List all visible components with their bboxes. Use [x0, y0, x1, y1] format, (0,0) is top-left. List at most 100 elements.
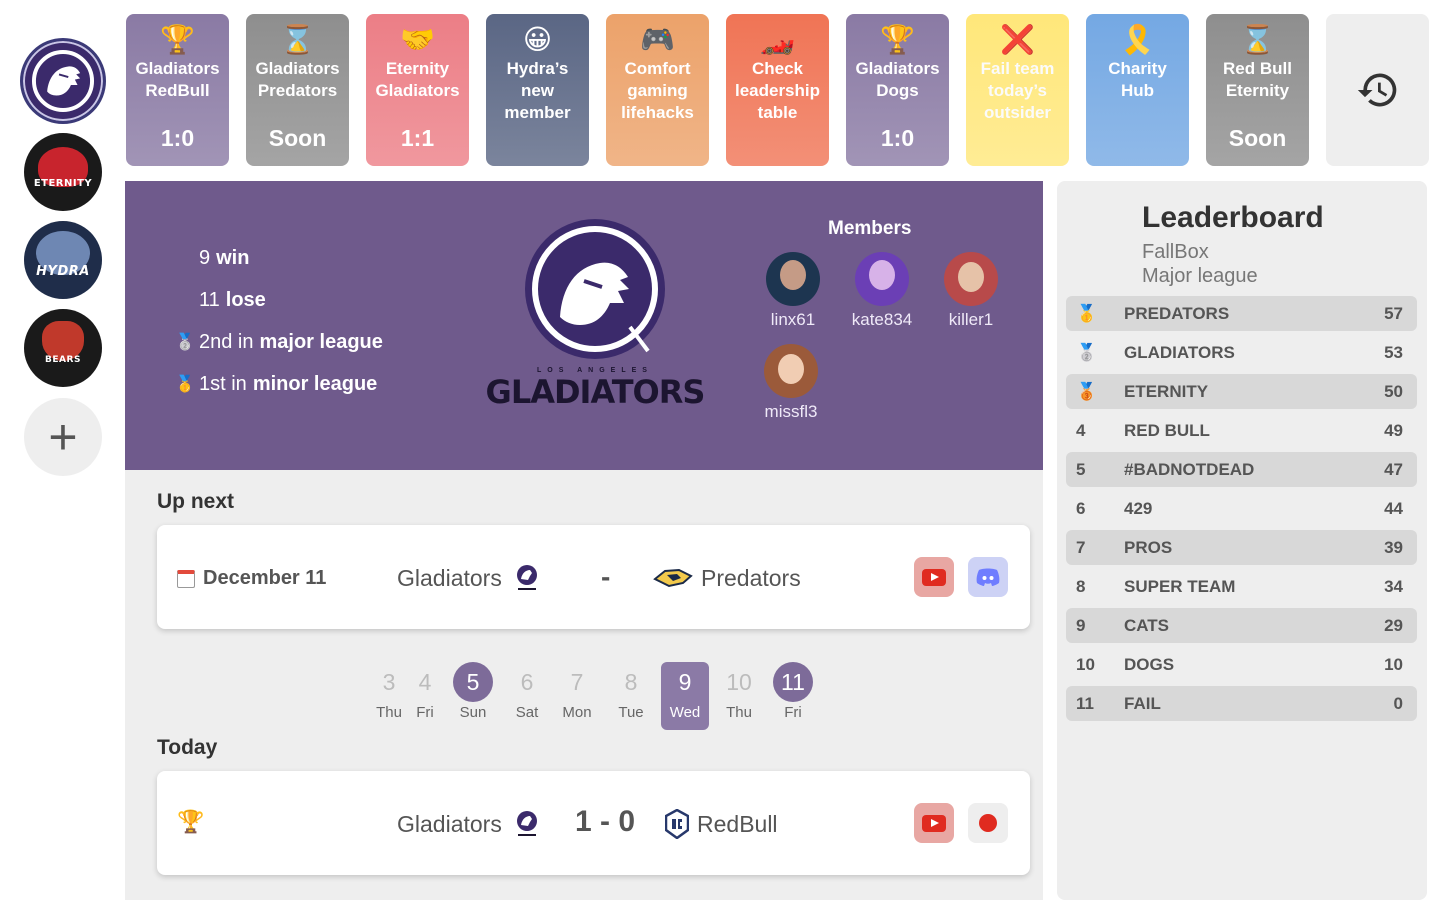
day-mon[interactable]: 7 Mon: [553, 662, 601, 721]
today-match-card[interactable]: 🏆 Gladiators 1 - 0 RedBull: [157, 771, 1030, 875]
feed-card[interactable]: ⌛ Red Bull Eternity Soon: [1206, 14, 1309, 166]
team-stat: 9 win: [175, 237, 383, 279]
day-label: Wed: [669, 704, 701, 721]
match-date: December 11: [177, 567, 326, 590]
rank: 8: [1076, 576, 1086, 596]
day-label: Sun: [459, 704, 487, 721]
day-fri[interactable]: 11 Fri: [769, 662, 817, 721]
members-title: Members: [828, 218, 912, 239]
card-title-line: Hub: [1120, 81, 1155, 100]
day-number: 8: [624, 669, 638, 695]
upcoming-match-card[interactable]: December 11 Gladiators - Predators: [157, 525, 1030, 629]
feed-card[interactable]: 🤝 Eternity Gladiators 1:1: [366, 14, 469, 166]
feed-card[interactable]: ❌ Fail team today’s outsider: [966, 14, 1069, 166]
feed-card[interactable]: 🏎️ Check leadership table: [726, 14, 829, 166]
day-thu[interactable]: 10 Thu: [715, 662, 763, 721]
card-title-line: Dogs: [876, 81, 919, 100]
leaderboard-row[interactable]: 11 FAIL 0: [1066, 686, 1417, 721]
feed-card[interactable]: 🏆 Gladiators RedBull 1:0: [126, 14, 229, 166]
discord-button[interactable]: [968, 557, 1008, 597]
card-title-line: outsider: [983, 103, 1052, 122]
feed-card[interactable]: 🎮 Comfort gaming lifehacks: [606, 14, 709, 166]
stat-label: major league: [259, 330, 383, 353]
stat-label: win: [216, 246, 250, 269]
day-label: Thu: [726, 704, 752, 721]
leaderboard-row[interactable]: 10 DOGS 10: [1066, 647, 1417, 682]
youtube-button[interactable]: [914, 557, 954, 597]
feed-card[interactable]: ⌛ Gladiators Predators Soon: [246, 14, 349, 166]
member-kate834[interactable]: kate834: [837, 252, 927, 330]
card-score: 1:1: [400, 125, 435, 151]
team-logo: LOS ANGELES GLADIATORS: [480, 217, 710, 417]
team-avatar-hydra[interactable]: HYDRA: [24, 221, 102, 299]
stat-value: 2nd in: [199, 330, 254, 353]
hourglass-icon: ⌛: [280, 24, 315, 55]
youtube-button[interactable]: [914, 803, 954, 843]
team-hero: 9 win 11 lose 🥈 2nd in major league 🥇 1st in mino…: [125, 181, 1043, 470]
team-points: 34: [1384, 576, 1403, 596]
team-name: #BADNOTDEAD: [1124, 459, 1255, 479]
team-name: PREDATORS: [1124, 303, 1230, 323]
team-points: 47: [1384, 459, 1403, 479]
day-number: 9: [678, 669, 692, 695]
rank: 10: [1076, 654, 1095, 674]
member-avatar: [766, 252, 820, 306]
day-number: 10: [726, 669, 752, 695]
history-button[interactable]: [1326, 14, 1429, 166]
card-title-line: new: [520, 81, 555, 100]
leaderboard-row[interactable]: 4 RED BULL 49: [1066, 413, 1417, 448]
home-team: Gladiators: [397, 563, 542, 593]
team-points: 57: [1384, 303, 1403, 323]
day-wed[interactable]: 9 Wed: [661, 662, 709, 730]
match-date-text: December 11: [203, 567, 327, 589]
day-label: Fri: [416, 704, 434, 721]
feed-card[interactable]: 😀 Hydra’s new member: [486, 14, 589, 166]
gladiators-mini-logo-icon: [516, 565, 537, 590]
today-title: Today: [157, 736, 218, 759]
gamepad-icon: 🎮: [640, 24, 675, 55]
day-sun[interactable]: 5 Sun: [449, 662, 497, 721]
team-avatar-eternity[interactable]: ETERNITY: [24, 133, 102, 211]
day-tue[interactable]: 8 Tue: [607, 662, 655, 721]
leaderboard-row[interactable]: 🥇 PREDATORS 57: [1066, 296, 1417, 331]
member-linx61[interactable]: linx61: [748, 252, 838, 330]
gladiators-emblem-icon: [525, 219, 665, 359]
member-name: missfl3: [764, 402, 818, 421]
home-team: Gladiators: [397, 809, 542, 839]
feed-card[interactable]: 🎗️ Charity Hub: [1086, 14, 1189, 166]
team-points: 44: [1384, 498, 1403, 518]
medal-icon: 🥇: [175, 376, 195, 393]
card-title-line: Gladiators: [375, 81, 460, 100]
card-title-line: member: [504, 103, 571, 122]
member-missfl3[interactable]: missfl3: [746, 344, 836, 422]
feed-card[interactable]: 🏆 Gladiators Dogs 1:0: [846, 14, 949, 166]
leaderboard-row[interactable]: 🥈 GLADIATORS 53: [1066, 335, 1417, 370]
match-score: 1 - 0: [575, 805, 636, 838]
leaderboard-row[interactable]: 8 SUPER TEAM 34: [1066, 569, 1417, 604]
team-avatar-gladiators[interactable]: [20, 38, 106, 124]
leaderboard-row[interactable]: 9 CATS 29: [1066, 608, 1417, 643]
leaderboard-row[interactable]: 6 429 44: [1066, 491, 1417, 526]
leaderboard-title: Leaderboard: [1142, 201, 1324, 234]
leaderboard-row[interactable]: 🥉 ETERNITY 50: [1066, 374, 1417, 409]
card-score: Soon: [1228, 125, 1287, 151]
member-avatar: [764, 344, 818, 398]
member-avatar: [944, 252, 998, 306]
card-title-line: table: [757, 103, 798, 122]
leaderboard-row[interactable]: 7 PROS 39: [1066, 530, 1417, 565]
member-killer1[interactable]: killer1: [926, 252, 1016, 330]
team-avatar-bears[interactable]: BEARS: [24, 309, 102, 387]
day-fri[interactable]: 4 Fri: [401, 662, 449, 721]
redbull-logo-icon: [665, 809, 689, 839]
gladiators-mini-logo-icon: [516, 811, 537, 836]
record-button[interactable]: [968, 803, 1008, 843]
stat-value: 11: [199, 288, 220, 311]
away-team-name: Predators: [701, 564, 801, 591]
add-team-button[interactable]: +: [24, 398, 102, 476]
leaderboard-row[interactable]: 5 #BADNOTDEAD 47: [1066, 452, 1417, 487]
ribbon-icon: 🎗️: [1120, 24, 1155, 55]
day-sat[interactable]: 6 Sat: [503, 662, 551, 721]
leaderboard-season: FallBox: [1142, 241, 1209, 263]
trophy-icon: 🏆: [160, 24, 195, 55]
hourglass-icon: ⌛: [1240, 24, 1275, 55]
